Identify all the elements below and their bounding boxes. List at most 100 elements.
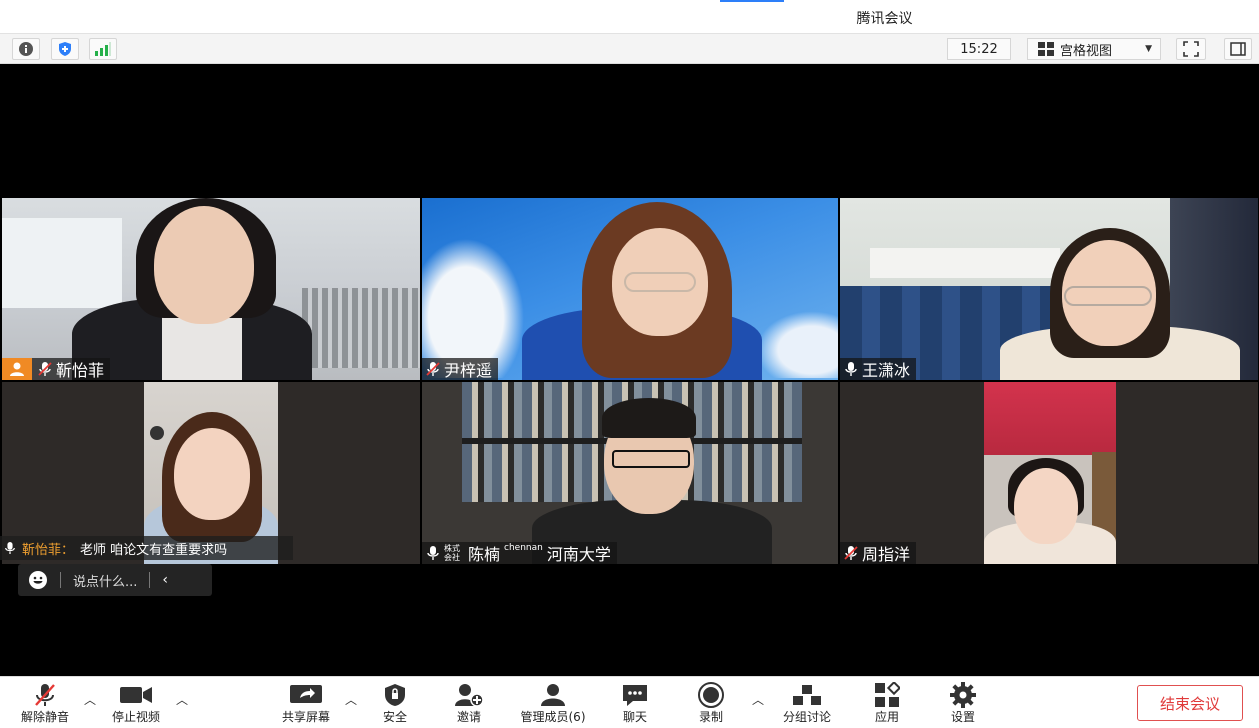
apps-icon	[875, 682, 900, 707]
fullscreen-icon	[1183, 41, 1199, 57]
title-bar: 腾讯会议	[0, 0, 1259, 34]
invite-button[interactable]: 邀请	[446, 683, 492, 725]
chevron-up-icon[interactable]: ︿	[84, 691, 96, 708]
shield-icon	[59, 42, 71, 56]
security-label: 安全	[382, 710, 407, 724]
meeting-clock: 15:22	[947, 38, 1011, 60]
info-icon	[19, 42, 33, 56]
share-screen-button[interactable]: 共享屏幕	[274, 683, 338, 725]
mic-muted-icon	[35, 684, 55, 706]
bookshelf-background	[302, 288, 420, 368]
sidebar-toggle-button[interactable]	[1224, 38, 1252, 60]
cloud-background	[752, 308, 838, 378]
video-tile-3[interactable]: 王潇冰	[840, 198, 1258, 380]
chevron-up-icon[interactable]: ︿	[752, 691, 764, 708]
mic-icon	[5, 542, 15, 554]
chat-icon	[623, 685, 647, 706]
participant-org: 河南大学	[546, 545, 611, 564]
chevron-up-icon[interactable]: ︿	[345, 691, 357, 708]
mic-muted-icon	[38, 362, 52, 376]
meeting-info-bar: 15:22 宫格视图 ▼	[0, 34, 1259, 64]
unmute-button[interactable]: 解除静音	[14, 683, 76, 725]
record-icon	[698, 682, 724, 708]
participant-face	[1014, 468, 1078, 544]
participant-name: 王潇冰	[862, 361, 911, 380]
glasses	[612, 450, 690, 468]
chat-message: 老师 咱论文有查重要求吗	[80, 542, 228, 558]
settings-label: 设置	[950, 710, 975, 724]
record-label: 录制	[698, 710, 723, 724]
participant-face	[174, 428, 250, 520]
mic-muted-icon	[426, 362, 440, 376]
participant-name: 靳怡菲	[56, 361, 105, 380]
signal-bars-icon	[95, 42, 111, 56]
participant-face	[154, 206, 254, 324]
window-background	[2, 218, 122, 308]
unmute-label: 解除静音	[20, 710, 69, 724]
chevron-up-icon[interactable]: ︿	[176, 691, 188, 708]
participant-nametag: 尹梓遥	[422, 358, 499, 380]
stop-video-button[interactable]: 停止视频	[104, 683, 168, 725]
apps-label: 应用	[874, 710, 899, 724]
user-icon	[10, 362, 24, 376]
share-screen-icon	[290, 685, 322, 703]
video-tile-1[interactable]: 靳怡菲	[2, 198, 420, 380]
meeting-toolbar: 解除静音 ︿ 停止视频 ︿ 共享屏幕 ︿ 安全 邀请 管理成员(6) 聊天 录制…	[0, 676, 1259, 728]
panel-icon	[1230, 42, 1246, 56]
divider	[60, 572, 61, 588]
mic-muted-icon	[844, 546, 858, 560]
camera-feed	[984, 382, 1116, 564]
share-screen-label: 共享屏幕	[281, 710, 330, 724]
title-accent	[720, 0, 784, 2]
network-status-button[interactable]	[89, 38, 117, 60]
chat-button[interactable]: 聊天	[612, 683, 658, 725]
chat-sender: 靳怡菲：	[22, 542, 75, 558]
participant-name: 尹梓遥	[444, 361, 493, 380]
video-tile-6[interactable]: 周指洋	[840, 382, 1258, 564]
breakout-rooms-icon	[793, 685, 821, 705]
mic-icon	[427, 546, 439, 560]
host-badge	[2, 358, 32, 380]
view-mode-select[interactable]: 宫格视图 ▼	[1027, 38, 1161, 60]
participant-name-suffix: chennan	[504, 543, 543, 553]
participant-name: 陈楠	[468, 545, 501, 564]
shield-icon	[385, 684, 405, 706]
add-user-icon	[455, 684, 484, 707]
video-tile-5[interactable]: 株式会社 陈楠 chennan 河南大学	[422, 382, 838, 564]
collapse-chat-icon[interactable]: ‹	[162, 572, 168, 588]
invite-label: 邀请	[456, 710, 481, 724]
emoji-icon[interactable]	[28, 570, 48, 590]
participant-name-prefix: 株式会社	[444, 544, 460, 562]
participant-name: 周指洋	[862, 545, 911, 564]
settings-button[interactable]: 设置	[940, 682, 986, 725]
chat-label: 聊天	[622, 710, 647, 724]
grid-view-icon	[1038, 42, 1054, 56]
chat-input[interactable]: 说点什么... ‹	[18, 564, 212, 596]
chat-input-placeholder: 说点什么...	[73, 574, 138, 590]
security-button[interactable]: 安全	[372, 683, 418, 725]
breakout-button[interactable]: 分组讨论	[772, 683, 842, 725]
record-button[interactable]: 录制	[688, 682, 734, 725]
participant-nametag: 王潇冰	[840, 358, 917, 380]
gear-icon	[950, 682, 976, 708]
participant-nametag: 靳怡菲	[2, 358, 111, 380]
members-icon	[541, 684, 565, 706]
end-meeting-button[interactable]: 结束会议	[1137, 685, 1243, 721]
bed-background	[870, 248, 1060, 278]
security-status-button[interactable]	[51, 38, 79, 60]
apps-button[interactable]: 应用	[864, 682, 910, 725]
video-tile-2[interactable]: 尹梓遥	[422, 198, 838, 380]
manage-members-button[interactable]: 管理成员(6)	[510, 683, 596, 725]
info-button[interactable]	[12, 38, 40, 60]
window-title: 腾讯会议	[856, 11, 913, 27]
chat-bubble: 靳怡菲： 老师 咱论文有查重要求吗	[0, 536, 293, 560]
participant-figure	[602, 398, 696, 438]
chevron-down-icon: ▼	[1145, 44, 1152, 54]
fullscreen-button[interactable]	[1176, 38, 1206, 60]
divider	[149, 572, 151, 588]
cloud-background	[422, 228, 532, 378]
participant-nametag: 株式会社 陈楠 chennan 河南大学	[422, 542, 617, 564]
participant-nametag: 周指洋	[840, 542, 917, 564]
video-camera-icon	[120, 687, 152, 703]
clock-background	[150, 426, 164, 440]
